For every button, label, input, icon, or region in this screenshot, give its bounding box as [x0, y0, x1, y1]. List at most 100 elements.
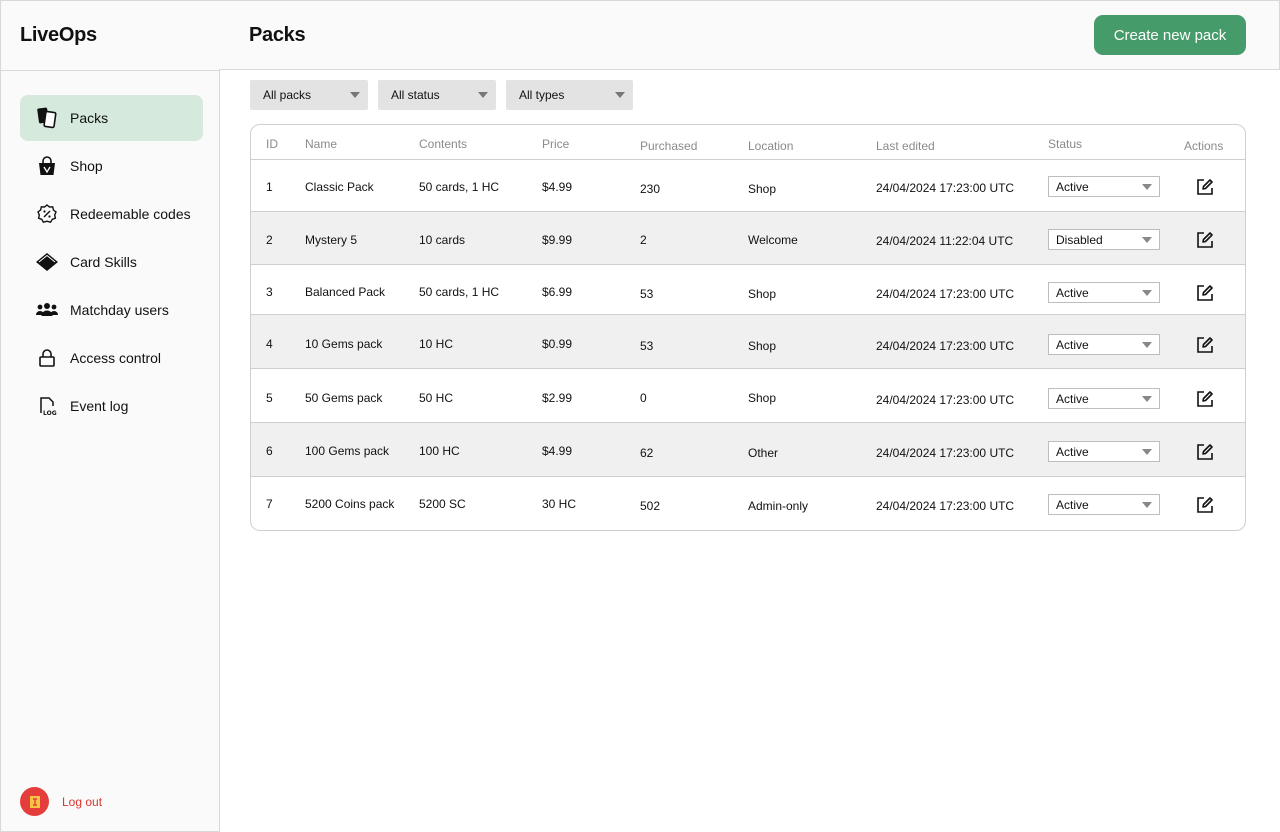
- chevron-down-icon: [1142, 237, 1152, 243]
- status-dropdown[interactable]: Active: [1048, 176, 1160, 197]
- logout-label: Log out: [62, 794, 103, 809]
- sidebar-item-label: Access control: [70, 350, 162, 366]
- table-row: 7 5200 Coins pack 5200 SC 30 HC 502 Admi…: [251, 477, 1245, 530]
- logout-icon: [20, 787, 49, 816]
- status-dropdown[interactable]: Disabled: [1048, 229, 1160, 250]
- column-header-name: Name: [305, 137, 338, 151]
- lock-icon: [34, 345, 60, 371]
- sidebar-item-redeemable-codes[interactable]: Redeemable codes: [20, 191, 203, 237]
- cell-contents: 100 HC: [419, 444, 460, 458]
- table-header: ID Name Contents Price Purchased Locatio…: [251, 125, 1245, 160]
- cell-purchased: 502: [640, 499, 661, 513]
- packs-table: ID Name Contents Price Purchased Locatio…: [250, 124, 1246, 531]
- cell-contents: 50 HC: [419, 391, 454, 405]
- sidebar-item-access-control[interactable]: Access control: [20, 335, 203, 381]
- status-dropdown[interactable]: Active: [1048, 388, 1160, 409]
- shopping-bag-icon: [34, 153, 60, 179]
- status-filter-dropdown[interactable]: All status: [378, 80, 496, 110]
- cell-last-edited: 24/04/2024 11:22:04 UTC: [876, 234, 1014, 248]
- cell-purchased: 62: [640, 446, 654, 460]
- column-header-last-edited: Last edited: [876, 139, 935, 153]
- chevron-down-icon: [1142, 449, 1152, 455]
- edit-icon[interactable]: [1194, 388, 1216, 410]
- packs-filter-dropdown[interactable]: All packs: [250, 80, 368, 110]
- cell-contents: 50 cards, 1 HC: [419, 180, 500, 194]
- cell-purchased: 53: [640, 287, 654, 301]
- cards-icon: [34, 105, 60, 131]
- status-value: Active: [1056, 391, 1089, 406]
- app-title: LiveOps: [1, 1, 219, 71]
- cell-purchased: 230: [640, 182, 661, 196]
- sidebar-item-matchday-users[interactable]: Matchday users: [20, 287, 203, 333]
- logout-button[interactable]: Log out: [20, 787, 102, 816]
- cell-price: $4.99: [542, 180, 573, 194]
- status-value: Active: [1056, 285, 1089, 300]
- cell-id: 3: [266, 285, 273, 299]
- table-row: 1 Classic Pack 50 cards, 1 HC $4.99 230 …: [251, 160, 1245, 212]
- cell-price: $4.99: [542, 444, 573, 458]
- sidebar-item-label: Event log: [70, 398, 129, 414]
- cell-last-edited: 24/04/2024 17:23:00 UTC: [876, 499, 1015, 513]
- sidebar: LiveOps Packs Shop Redeemable codes Card…: [0, 0, 220, 832]
- status-dropdown[interactable]: Active: [1048, 282, 1160, 303]
- cell-name: 5200 Coins pack: [305, 497, 395, 511]
- cell-last-edited: 24/04/2024 17:23:00 UTC: [876, 339, 1015, 353]
- filter-label: All types: [519, 88, 565, 102]
- chevron-down-icon: [1142, 290, 1152, 296]
- table-row: 6 100 Gems pack 100 HC $4.99 62 Other 24…: [251, 423, 1245, 477]
- sidebar-item-packs[interactable]: Packs: [20, 95, 203, 141]
- filter-label: All packs: [263, 88, 312, 102]
- status-value: Disabled: [1056, 232, 1103, 247]
- chevron-down-icon: [1142, 396, 1152, 402]
- cell-name: 100 Gems pack: [305, 444, 390, 458]
- chevron-down-icon: [1142, 502, 1152, 508]
- filter-label: All status: [391, 88, 440, 102]
- cell-id: 2: [266, 233, 273, 247]
- edit-icon[interactable]: [1194, 494, 1216, 516]
- cell-location: Admin-only: [748, 499, 809, 513]
- sidebar-item-card-skills[interactable]: Card Skills: [20, 239, 203, 285]
- status-value: Active: [1056, 337, 1089, 352]
- status-value: Active: [1056, 179, 1089, 194]
- cell-location: Shop: [748, 182, 777, 196]
- edit-icon[interactable]: [1194, 441, 1216, 463]
- chevron-down-icon: [615, 92, 625, 98]
- cell-purchased: 2: [640, 233, 647, 247]
- cell-name: 50 Gems pack: [305, 391, 383, 405]
- cell-price: $2.99: [542, 391, 573, 405]
- cell-contents: 10 cards: [419, 233, 466, 247]
- edit-icon[interactable]: [1194, 334, 1216, 356]
- cell-price: 30 HC: [542, 497, 577, 511]
- sidebar-item-shop[interactable]: Shop: [20, 143, 203, 189]
- sidebar-item-event-log[interactable]: LOG Event log: [20, 383, 203, 429]
- chevron-down-icon: [350, 92, 360, 98]
- cell-location: Shop: [748, 287, 777, 301]
- top-bar: Packs Create new pack: [219, 0, 1280, 70]
- diamond-icon: [34, 249, 60, 275]
- create-new-pack-button[interactable]: Create new pack: [1094, 15, 1246, 55]
- status-dropdown[interactable]: Active: [1048, 334, 1160, 355]
- cell-price: $0.99: [542, 337, 573, 351]
- column-header-location: Location: [748, 139, 794, 153]
- types-filter-dropdown[interactable]: All types: [506, 80, 633, 110]
- edit-icon[interactable]: [1194, 282, 1216, 304]
- status-dropdown[interactable]: Active: [1048, 441, 1160, 462]
- cell-location: Other: [748, 446, 779, 460]
- cell-price: $9.99: [542, 233, 573, 247]
- table-row: 4 10 Gems pack 10 HC $0.99 53 Shop 24/04…: [251, 315, 1245, 369]
- status-dropdown[interactable]: Active: [1048, 494, 1160, 515]
- users-icon: [34, 297, 60, 323]
- cell-price: $6.99: [542, 285, 573, 299]
- sidebar-item-label: Redeemable codes: [70, 206, 191, 222]
- page-title: Packs: [249, 24, 306, 46]
- cell-id: 5: [266, 391, 273, 405]
- edit-icon[interactable]: [1194, 176, 1216, 198]
- cell-last-edited: 24/04/2024 17:23:00 UTC: [876, 287, 1015, 301]
- table-row: 3 Balanced Pack 50 cards, 1 HC $6.99 53 …: [251, 265, 1245, 315]
- sidebar-item-label: Card Skills: [70, 254, 137, 270]
- column-header-actions: Actions: [1184, 139, 1224, 153]
- column-header-contents: Contents: [419, 137, 468, 151]
- cell-id: 1: [266, 180, 273, 194]
- edit-icon[interactable]: [1194, 229, 1216, 251]
- cell-contents: 5200 SC: [419, 497, 466, 511]
